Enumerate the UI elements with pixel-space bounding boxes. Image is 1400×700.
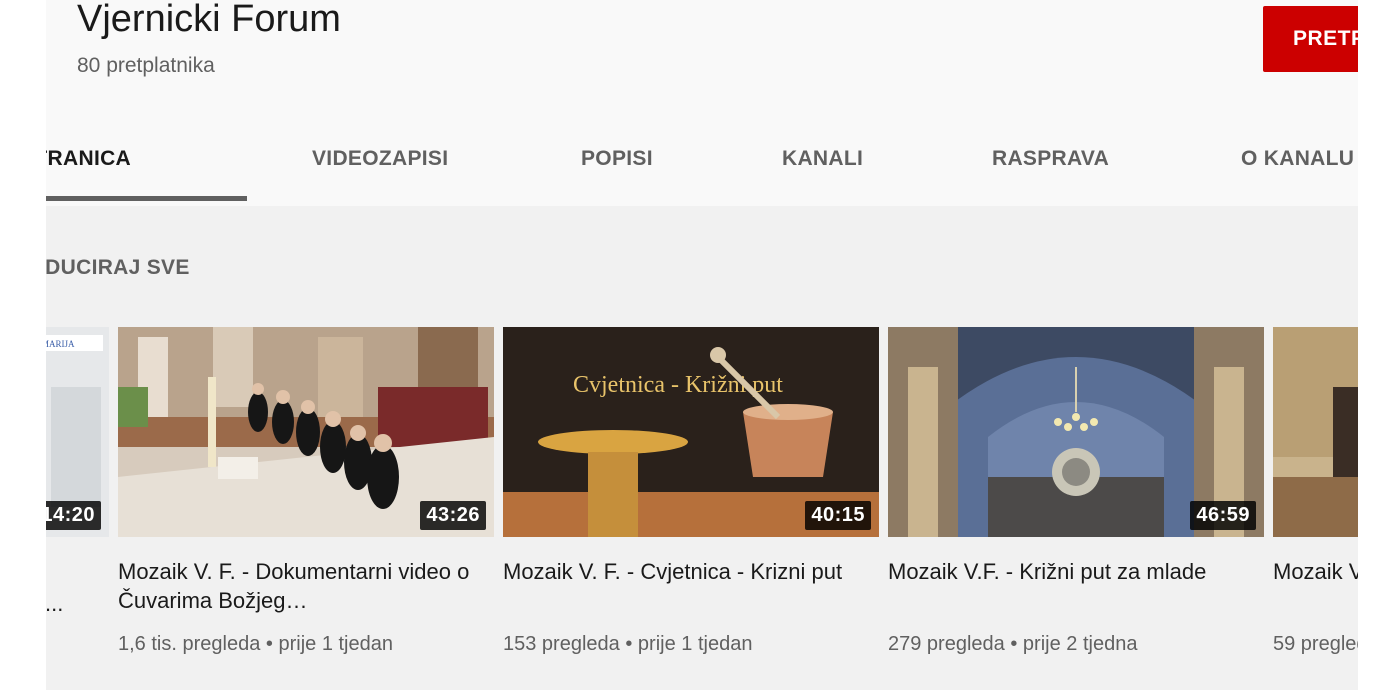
video-title[interactable]: Mozaik V. F. - Cvjetnica - Krizni put bbox=[503, 557, 863, 586]
upload-age: prije 2 tjedna bbox=[1022, 633, 1138, 655]
video-card[interactable]: Mozaik V.F. - Posjeta 59 pregleda bbox=[1273, 327, 1358, 655]
video-title[interactable]: Mozaik V.F. - Posjeta bbox=[1273, 557, 1358, 586]
meta-separator: • bbox=[265, 633, 273, 655]
upload-age: prije 1 tjedan bbox=[278, 633, 393, 655]
meta-separator: • bbox=[625, 633, 633, 655]
tab-channels[interactable]: KANALI bbox=[782, 147, 863, 171]
video-thumbnail[interactable]: 46:59 bbox=[888, 327, 1264, 537]
channel-tabs: POČETNA STRANICA VIDEOZAPISI POPISI KANA… bbox=[46, 130, 1358, 206]
view-count: 59 pregleda bbox=[1273, 633, 1358, 655]
video-card[interactable]: 43:26 Mozaik V. F. - Dokumentarni video … bbox=[118, 327, 494, 655]
video-duration: 43:26 bbox=[420, 501, 486, 530]
meta-separator: • bbox=[1010, 633, 1018, 655]
video-duration: 14:20 bbox=[46, 501, 101, 530]
view-count: 1,6 tis. pregleda bbox=[118, 633, 261, 655]
upload-age: prije 1 tjedan bbox=[637, 633, 753, 655]
video-meta: 279 pregleda • prije 2 tjedna bbox=[888, 633, 1137, 656]
video-thumbnail[interactable] bbox=[1273, 327, 1358, 537]
view-count: 279 pregleda bbox=[888, 633, 1005, 655]
video-card[interactable]: MARIJA 14:20 ... bbox=[46, 327, 109, 616]
video-title[interactable]: ... bbox=[46, 589, 105, 618]
play-all-button[interactable]: REPRODUCIRAJ SVE bbox=[46, 256, 190, 280]
video-meta: 153 pregleda • prije 1 tjedan bbox=[503, 633, 752, 656]
thumbnail-image bbox=[1273, 327, 1358, 537]
svg-text:MARIJA: MARIJA bbox=[46, 339, 75, 349]
video-thumbnail[interactable]: MARIJA 14:20 bbox=[46, 327, 109, 537]
subscriber-count: 80 pretplatnika bbox=[77, 54, 215, 77]
tab-about[interactable]: O KANALU bbox=[1241, 147, 1354, 171]
video-duration: 40:15 bbox=[805, 501, 871, 530]
tab-playlists[interactable]: POPISI bbox=[581, 147, 653, 171]
video-meta: 59 pregleda bbox=[1273, 633, 1358, 656]
tab-discussion[interactable]: RASPRAVA bbox=[992, 147, 1109, 171]
video-meta: 1,6 tis. pregleda • prije 1 tjedan bbox=[118, 633, 393, 656]
video-title[interactable]: Mozaik V. F. - Dokumentarni video o Čuva… bbox=[118, 557, 478, 615]
video-thumbnail[interactable]: Cvjetnica - Križni put 40:15 bbox=[503, 327, 879, 537]
tab-home[interactable]: POČETNA STRANICA bbox=[46, 147, 131, 171]
video-duration: 46:59 bbox=[1190, 501, 1256, 530]
channel-name[interactable]: Vjernicki Forum bbox=[77, 0, 341, 41]
video-shelf: REPRODUCIRAJ SVE MARIJA 14:20 ... bbox=[46, 206, 1358, 690]
video-thumbnail[interactable]: 43:26 bbox=[118, 327, 494, 537]
tab-videos[interactable]: VIDEOZAPISI bbox=[312, 147, 448, 171]
channel-header: Vjernicki Forum 80 pretplatnika PRETPLAT… bbox=[46, 0, 1358, 206]
video-card[interactable]: Cvjetnica - Križni put 40:15 Mozaik V. F… bbox=[503, 327, 879, 655]
view-count: 153 pregleda bbox=[503, 633, 620, 655]
active-tab-indicator bbox=[46, 196, 247, 201]
video-card[interactable]: 46:59 Mozaik V.F. - Križni put za mlade … bbox=[888, 327, 1264, 655]
channel-page: Vjernicki Forum 80 pretplatnika PRETPLAT… bbox=[46, 0, 1358, 690]
video-title[interactable]: Mozaik V.F. - Križni put za mlade bbox=[888, 557, 1248, 586]
subscribe-button[interactable]: PRETPLATI SE bbox=[1263, 6, 1358, 72]
